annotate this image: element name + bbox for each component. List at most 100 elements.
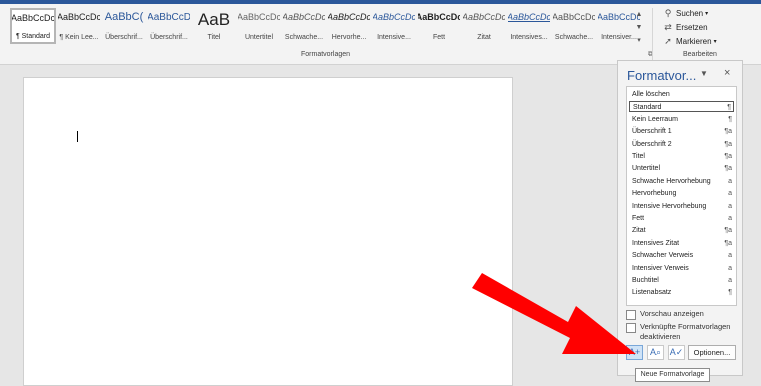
replace-icon: ⇄: [664, 22, 672, 32]
style-type-icon: ¶a: [724, 165, 732, 173]
style-gallery-item[interactable]: AaBbCcDc Schwache...: [282, 8, 326, 44]
style-list-item[interactable]: Untertitel ¶a: [629, 163, 734, 174]
style-list-item[interactable]: Standard ¶: [629, 101, 734, 113]
style-item-name: Titel: [632, 153, 645, 160]
select-button[interactable]: ➚ Markieren ▾: [663, 36, 717, 47]
chevron-down-icon: ▾: [705, 11, 709, 17]
gallery-down-icon[interactable]: ▼: [636, 23, 643, 33]
style-list-item[interactable]: Intensive Hervorhebung a: [629, 201, 734, 212]
search-label: Suchen: [676, 9, 704, 18]
style-gallery-item[interactable]: AaBbC( Überschrif...: [102, 8, 146, 44]
style-label: Titel: [207, 34, 221, 41]
style-item-name: Kein Leerraum: [632, 115, 678, 123]
close-icon[interactable]: ×: [724, 67, 730, 79]
style-preview: AaBbCcDc: [372, 12, 416, 22]
replace-button[interactable]: ⇄ Ersetzen: [663, 22, 707, 33]
style-gallery-item[interactable]: AaBbCcDc Fett: [417, 8, 461, 44]
style-list-item[interactable]: Hervorhebung a: [629, 188, 734, 199]
style-label: Untertitel: [244, 34, 273, 41]
style-item-name: Intensives Zitat: [632, 239, 680, 247]
style-gallery-item[interactable]: AaBbCcDc Intensive...: [372, 8, 416, 44]
style-list-item[interactable]: Fett a: [629, 213, 734, 224]
style-item-name: Intensiver Verweis: [632, 264, 689, 272]
style-preview: AaBbC(: [104, 11, 144, 23]
gallery-up-icon[interactable]: ▲: [636, 10, 643, 20]
style-type-icon: a: [728, 252, 732, 260]
linked-styles-checkbox-row[interactable]: Verknüpfte Formatvorlagen deaktivieren: [626, 322, 738, 342]
style-type-icon: ¶a: [724, 239, 732, 247]
style-item-name: Fett: [632, 215, 645, 222]
style-preview: AaBbCcDc: [282, 12, 326, 22]
pane-title: Formatvor...: [627, 68, 697, 83]
style-list-item[interactable]: Überschrift 1 ¶a: [629, 126, 734, 137]
style-label: Schwache...: [554, 34, 594, 41]
pane-menu-dropdown-icon[interactable]: ▼: [700, 69, 708, 78]
select-cursor-icon: ➚: [664, 36, 672, 46]
style-gallery-item[interactable]: AaBbCcDc Intensives...: [507, 8, 551, 44]
style-label: ¶ Kein Lee...: [59, 34, 99, 41]
style-label: Überschrif...: [105, 34, 143, 41]
document-page[interactable]: [23, 77, 513, 386]
manage-styles-icon: A✓: [669, 347, 684, 357]
style-gallery-item[interactable]: AaBbCcDc Untertitel: [237, 8, 281, 44]
style-list-item[interactable]: Überschrift 2 ¶a: [629, 139, 734, 150]
style-list-item[interactable]: Schwacher Verweis a: [629, 250, 734, 261]
style-gallery-item[interactable]: AaBbCcDc Zitat: [462, 8, 506, 44]
style-type-icon: ¶a: [724, 128, 732, 136]
style-gallery-item[interactable]: AaBbCcDc ¶ Standard: [10, 8, 56, 44]
style-type-icon: a: [728, 277, 732, 284]
style-list-item[interactable]: Titel ¶a: [629, 151, 734, 162]
style-type-icon: ¶: [727, 104, 731, 112]
style-type-icon: a: [728, 215, 732, 222]
select-label: Markieren: [676, 37, 712, 46]
red-arrow-annotation: [472, 273, 636, 354]
style-label: Fett: [432, 34, 446, 41]
style-type-icon: a: [728, 190, 732, 198]
style-preview: AaBbCcD: [147, 12, 191, 23]
style-item-name: Überschrift 2: [632, 140, 672, 148]
style-list-item[interactable]: Schwache Hervorhebung a: [629, 176, 734, 187]
tooltip: Neue Formatvorlage: [635, 368, 710, 382]
style-preview: AaBbCcDc: [417, 12, 461, 22]
style-gallery-item[interactable]: AaB Titel: [192, 8, 236, 44]
style-label: Zitat: [477, 34, 491, 41]
style-label: Hervorhe...: [331, 34, 367, 41]
style-list: Alle löschen Standard ¶ Kein Leerraum ¶ Übers…: [626, 86, 737, 306]
style-label: Intensive...: [377, 34, 411, 41]
style-preview: AaBbCcDc: [462, 12, 506, 22]
style-item-name: Alle löschen: [632, 91, 670, 98]
preview-checkbox-label: Vorschau anzeigen: [640, 309, 704, 318]
style-list-item[interactable]: Intensiver Verweis a: [629, 263, 734, 274]
style-type-icon: ¶: [728, 115, 732, 123]
manage-styles-button[interactable]: A✓: [668, 345, 685, 360]
style-list-item[interactable]: Intensives Zitat ¶a: [629, 238, 734, 249]
style-label: Intensives...: [510, 34, 548, 41]
style-gallery-item[interactable]: AaBbCcDc Schwache...: [552, 8, 596, 44]
style-gallery-item[interactable]: AaBbCcDc Hervorhe...: [327, 8, 371, 44]
gallery-more-icon[interactable]: ▾: [637, 36, 641, 46]
style-gallery-item[interactable]: AaBbCcDc ¶ Kein Lee...: [57, 8, 101, 44]
style-item-name: Standard: [633, 104, 662, 112]
style-inspector-button[interactable]: A⌕: [647, 345, 664, 360]
style-list-item[interactable]: Kein Leerraum ¶: [629, 114, 734, 125]
chevron-down-icon: ▾: [713, 39, 717, 45]
style-list-item[interactable]: Buchtitel a: [629, 275, 734, 286]
style-preview: AaBbCcDc: [11, 13, 56, 23]
style-preview: AaBbCcDc: [552, 12, 596, 22]
style-gallery-item[interactable]: AaBbCcD Überschrif...: [147, 8, 191, 44]
style-item-name: Zitat: [632, 227, 646, 235]
options-button[interactable]: Optionen...: [688, 345, 736, 360]
clear-all-item[interactable]: Alle löschen: [629, 89, 734, 100]
style-preview: AaB: [197, 10, 231, 29]
ribbon: AaBbCcDc ¶ Standard AaBbCcDc ¶ Kein Lee... A…: [0, 4, 761, 65]
style-type-icon: ¶a: [724, 153, 732, 160]
group-separator: [652, 8, 653, 60]
style-list-item[interactable]: Zitat ¶a: [629, 225, 734, 236]
text-cursor: [77, 131, 78, 142]
style-inspector-icon: A⌕: [649, 347, 662, 357]
style-list-item[interactable]: Listenabsatz ¶: [629, 287, 734, 298]
style-preview: AaBbCcDc: [237, 12, 281, 22]
style-item-name: Hervorhebung: [632, 190, 677, 198]
search-button[interactable]: ⚲ Suchen ▾: [663, 8, 708, 19]
style-preview: AaBbCcDc: [57, 12, 101, 22]
